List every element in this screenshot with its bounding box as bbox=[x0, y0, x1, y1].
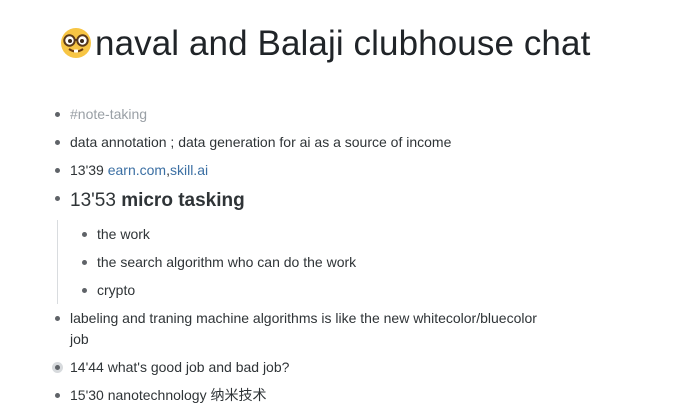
link-earn[interactable]: earn.com bbox=[108, 162, 166, 178]
block-text[interactable]: 14'44 what's good job and bad job? bbox=[70, 357, 289, 378]
bullet[interactable] bbox=[55, 196, 60, 201]
bullet[interactable] bbox=[55, 168, 60, 173]
bullet[interactable] bbox=[55, 140, 60, 145]
bullet[interactable] bbox=[55, 316, 60, 321]
bullet[interactable] bbox=[82, 232, 87, 237]
bold-text: micro tasking bbox=[121, 190, 245, 211]
block-heading[interactable]: 13'53 micro tasking bbox=[70, 188, 245, 214]
block-text[interactable]: data annotation ; data generation for ai… bbox=[70, 132, 451, 153]
bullet[interactable] bbox=[82, 288, 87, 293]
block-text[interactable]: the work bbox=[97, 224, 150, 245]
outline: #note-taking data annotation ; data gene… bbox=[0, 0, 687, 414]
block-text[interactable]: 13'39 earn.com,skill.ai bbox=[70, 160, 208, 181]
link-skill[interactable]: skill.ai bbox=[170, 162, 208, 178]
collapsed-bullet[interactable] bbox=[55, 365, 60, 370]
bullet[interactable] bbox=[55, 112, 60, 117]
block-text[interactable]: crypto bbox=[97, 280, 135, 301]
tag-note-taking[interactable]: #note-taking bbox=[70, 104, 147, 125]
bullet[interactable] bbox=[55, 393, 60, 398]
block-text[interactable]: 15'30 nanotechnology 纳米技术 bbox=[70, 385, 266, 406]
timestamp: 13'53 bbox=[70, 190, 122, 211]
block-text-line1[interactable]: labeling and traning machine algorithms … bbox=[70, 308, 537, 329]
children-thread-line[interactable] bbox=[57, 220, 58, 304]
block-text[interactable]: the search algorithm who can do the work bbox=[97, 252, 356, 273]
block-text-line2[interactable]: job bbox=[70, 329, 89, 350]
bullet[interactable] bbox=[82, 260, 87, 265]
timestamp: 13'39 bbox=[70, 162, 108, 178]
